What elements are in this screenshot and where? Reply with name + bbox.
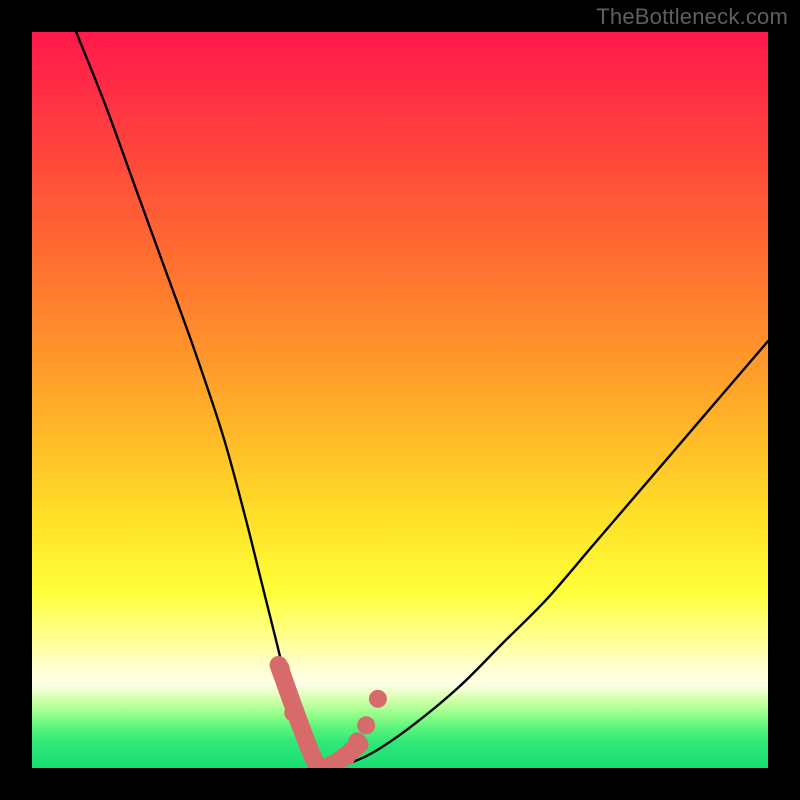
watermark-text: TheBottleneck.com [596,4,788,30]
chart-svg [32,32,768,768]
plot-area [32,32,768,768]
marker-dot [348,733,366,751]
chart-stage: TheBottleneck.com [0,0,800,800]
marker-dot [357,716,375,734]
marker-dot [369,690,387,708]
marker-dot [338,747,356,765]
gradient-background [32,32,768,768]
marker-dot [272,660,290,678]
marker-dot [284,704,302,722]
